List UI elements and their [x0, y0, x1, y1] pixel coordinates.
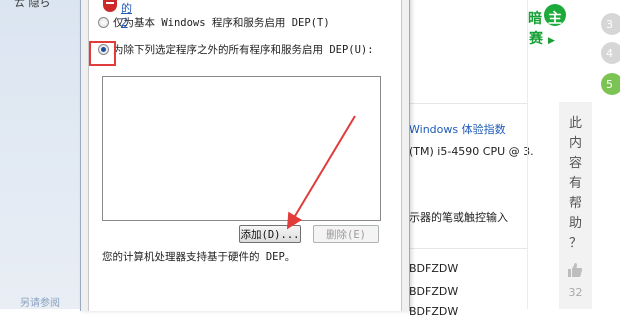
thumbs-up-icon[interactable] — [567, 262, 583, 278]
background-window-left: ㄊ 隐ら 另请参阅 — [0, 0, 80, 309]
helpful-char: 助 — [568, 216, 582, 231]
add-button[interactable]: 添加(D)... — [239, 225, 301, 243]
sponsor-logo[interactable]: 暗 主 赛 ▶ — [528, 0, 568, 50]
step-number[interactable]: 3 — [601, 13, 620, 35]
background-window-text: ㄊ 隐ら — [14, 0, 51, 9]
logo-arrow-icon: ▶ — [548, 36, 555, 46]
option-all-except[interactable]: 为除下列选定程序之外的所有程序和服务启用 DEP(U): — [98, 41, 374, 57]
dep-dialog: 的2 仅为基本 Windows 程序和服务启用 DEP(T) 为除下列选定程序之… — [80, 0, 410, 311]
helpful-char: ？ — [568, 236, 582, 251]
option-label: 仅为基本 Windows 程序和服务启用 DEP(T) — [113, 16, 330, 29]
helpful-char: 有 — [568, 176, 582, 191]
option-essential-only[interactable]: 仅为基本 Windows 程序和服务启用 DEP(T) — [98, 14, 330, 30]
delete-button[interactable]: 删除(E) — [313, 225, 379, 243]
cpu-info: (TM) i5-4590 CPU @ 3. — [409, 145, 534, 158]
helpful-panel: 此 内 容 有 帮 助 ？ 32 — [559, 102, 592, 309]
logo-text-main: 主 — [548, 11, 562, 27]
helpful-char: 内 — [568, 136, 582, 151]
hardware-dep-support-text: 您的计算机处理器支持基于硬件的 DEP。 — [102, 251, 296, 263]
pen-touch-info: 示器的笔或触控输入 — [409, 211, 508, 224]
product-id: BDFZDW — [409, 262, 459, 275]
helpful-char: 此 — [568, 116, 582, 131]
helpful-char: 容 — [568, 156, 582, 171]
highlight-box — [89, 41, 116, 66]
radio-button[interactable] — [98, 16, 109, 28]
step-number[interactable]: 4 — [601, 42, 620, 64]
see-also-link[interactable]: 另请参阅 — [20, 294, 60, 309]
product-id: BDFZDW — [409, 305, 459, 318]
likes-count: 32 — [568, 286, 583, 299]
helpful-char: 帮 — [568, 196, 582, 211]
logo-text-top: 暗 — [528, 11, 542, 27]
separator — [409, 248, 527, 249]
step-number-active[interactable]: 5 — [601, 73, 620, 95]
performance-link[interactable]: Windows 体验指数 — [409, 121, 506, 137]
option-label: 为除下列选定程序之外的所有程序和服务启用 DEP(U): — [113, 43, 374, 56]
separator — [409, 103, 527, 104]
program-list[interactable] — [102, 76, 381, 221]
dep-tab-panel: 的2 仅为基本 Windows 程序和服务启用 DEP(T) 为除下列选定程序之… — [88, 0, 402, 311]
product-id: BDFZDW — [409, 285, 459, 298]
shield-icon — [103, 0, 117, 12]
logo-text-bottom: 赛 — [529, 31, 543, 47]
